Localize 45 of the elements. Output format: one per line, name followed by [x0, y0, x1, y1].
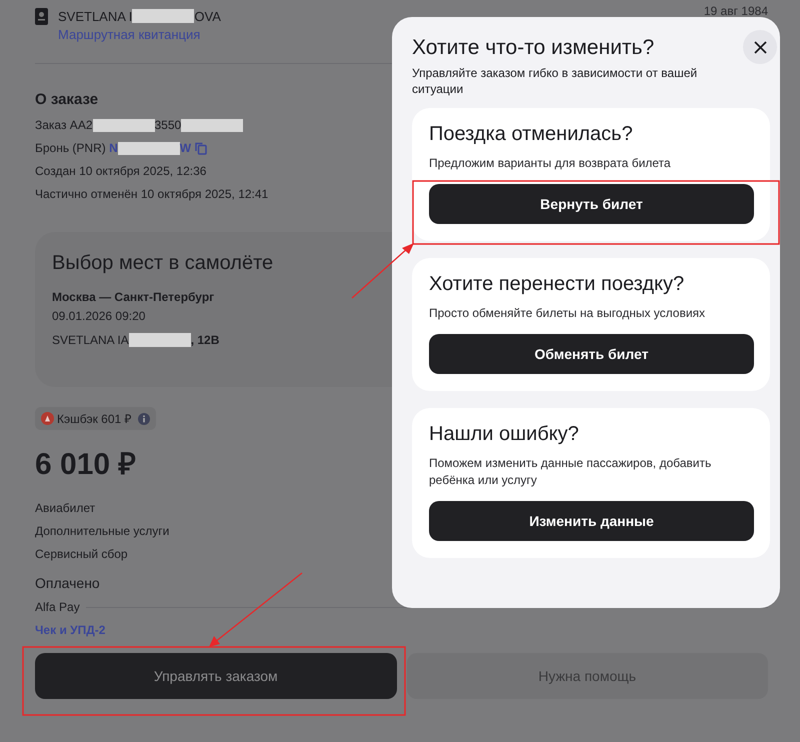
modal-title: Хотите что-то изменить?	[412, 35, 656, 61]
action-button[interactable]: Изменить данные	[429, 501, 754, 541]
coin-icon	[41, 412, 54, 425]
card-title: Поездка отменилась?	[429, 122, 634, 147]
modal-subtitle: Управляйте заказом гибко в зависимости от вашей ситуации	[412, 65, 698, 97]
card-title: Выбор мест в самолёте	[52, 252, 274, 275]
redaction-block	[128, 333, 191, 347]
arrow	[352, 243, 414, 298]
help-button[interactable]: Нужна помощь	[406, 653, 768, 699]
action-button[interactable]: Обменять билет	[429, 334, 754, 374]
price-item-label: Дополнительные услуги	[35, 523, 170, 540]
price-item-label: Авиабилет	[35, 500, 96, 517]
cashback-amount: Кэшбэк 601 ₽	[57, 411, 132, 427]
redaction-block	[132, 8, 194, 24]
info-icon[interactable]	[138, 412, 150, 424]
redaction-block	[92, 118, 154, 132]
route: Москва — Санкт-Петербург	[52, 290, 214, 304]
text: 3550	[154, 117, 182, 134]
manage-order-button[interactable]: Управлять заказом	[35, 653, 396, 699]
birth-date: 19 авг 1984	[704, 4, 768, 18]
payment-method: Alfa Pay	[35, 600, 80, 614]
seat-number: , 12B	[190, 332, 220, 349]
price-item-label: Сервисный сбор	[35, 546, 128, 563]
card-description: Просто обменяйте билеты на выгодных условиях	[429, 305, 706, 322]
close-button[interactable]	[743, 30, 777, 64]
section-title: Оплачено	[35, 575, 100, 591]
text: Бронь (PNR)	[35, 140, 107, 157]
text: Заказ AA2	[35, 117, 92, 134]
card-title: Нашли ошибку?	[429, 422, 580, 447]
flight-time: 09.01.2026 09:20	[52, 308, 146, 325]
text: Частично отменён 10 октября 2025, 12:41	[35, 186, 268, 203]
card-description: Поможем изменить данные пассажиров, добавить ребёнка или услугу	[429, 455, 712, 489]
text: Создан 10 октября 2025, 12:36	[35, 163, 206, 180]
card-description: Предложим варианты для возврата билета	[429, 155, 672, 172]
redaction-block	[181, 118, 244, 132]
card-title: Хотите перенести поездку?	[429, 272, 686, 297]
action-button[interactable]: Вернуть билет	[429, 184, 754, 224]
text: SVETLANA IA	[52, 332, 129, 349]
text: SVETLANA I	[58, 8, 132, 24]
passport-icon	[35, 8, 48, 25]
total-price: 6 010 ₽	[35, 447, 136, 483]
booking-code: N	[109, 140, 118, 157]
text: OVA	[194, 8, 221, 24]
close-icon	[754, 40, 766, 54]
redaction-block	[118, 142, 180, 156]
